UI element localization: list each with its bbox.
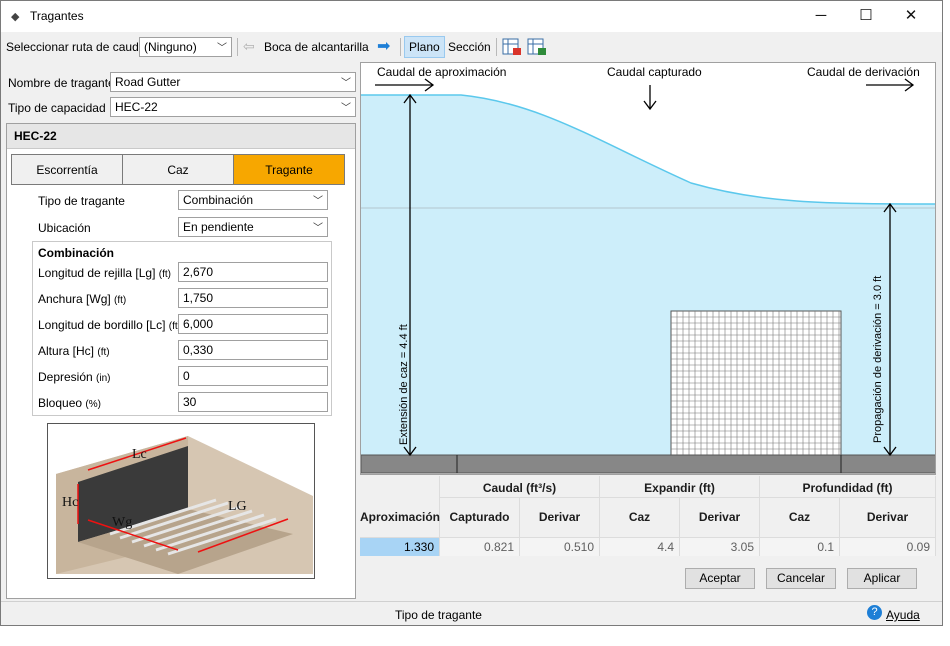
apply-button[interactable]: Aplicar (847, 568, 917, 589)
help-link[interactable]: Ayuda (886, 608, 920, 622)
export-table-icon[interactable] (502, 37, 522, 57)
title-bar: ◆ Tragantes ─ ☐ ✕ (1, 1, 942, 32)
help-icon[interactable]: ? (867, 605, 882, 620)
grid-cell[interactable]: 0.09 (840, 538, 936, 556)
app-icon: ◆ (11, 11, 20, 23)
grid-cell[interactable]: 0.1 (760, 538, 840, 556)
back-link[interactable]: Boca de alcantarilla (264, 40, 369, 54)
tab-inlet[interactable]: Tragante (233, 154, 345, 185)
height-input[interactable]: 0,330 (178, 340, 328, 360)
capacity-type-label: Tipo de capacidad (8, 101, 106, 115)
route-combo[interactable]: (Ninguno) ﹀ (139, 37, 232, 57)
cancel-button[interactable]: Cancelar (766, 568, 836, 589)
capacity-type-combo[interactable]: HEC-22 ﹀ (110, 97, 356, 117)
separator (496, 38, 497, 56)
chevron-down-icon: ﹀ (341, 103, 351, 114)
arrow-left-icon[interactable]: ⇦ (243, 38, 255, 55)
separator (400, 38, 401, 56)
toolbar: Seleccionar ruta de caudal (Ninguno) ﹀ ⇦ … (1, 32, 942, 61)
location-label: Ubicación (38, 221, 91, 235)
panel-heading: HEC-22 (7, 124, 355, 149)
separator (237, 38, 238, 56)
depression-input[interactable]: 0 (178, 366, 328, 386)
col-header: Capturado (440, 498, 520, 538)
col-header: Caz (600, 498, 680, 538)
inlet-name-label: Nombre de tragante (8, 76, 115, 90)
chevron-down-icon: ﹀ (313, 223, 323, 234)
ok-button[interactable]: Aceptar (685, 568, 755, 589)
depth-header: Profundidad (ft) (760, 476, 936, 498)
bypass-spread-label: Propagación de derivación = 3.0 ft (872, 275, 884, 443)
grid-cell[interactable]: 1.330 (360, 538, 440, 556)
col-header: Caz (760, 498, 840, 538)
maximize-button[interactable]: ☐ (843, 1, 889, 32)
status-divider (1, 601, 942, 602)
print-table-icon[interactable] (527, 37, 547, 57)
svg-text:LG: LG (228, 499, 247, 514)
field-label: Altura [Hc] (ft) (38, 344, 110, 358)
chevron-down-icon: ﹀ (341, 78, 351, 89)
inlet-type-combo[interactable]: Combinación ﹀ (178, 190, 328, 210)
grid-cell[interactable]: 0.510 (520, 538, 600, 556)
gutter-flow-svg (361, 78, 935, 474)
field-label: Depresión (in) (38, 370, 111, 384)
flow-header: Caudal (ft³/s) (440, 476, 600, 498)
route-label: Seleccionar ruta de caudal (6, 40, 149, 54)
status-text: Tipo de tragante (395, 608, 482, 622)
field-label: Bloqueo (%) (38, 396, 101, 410)
grid-cell[interactable]: 0.821 (440, 538, 520, 556)
col-header: Aproximación (360, 498, 440, 538)
inlet-type-label: Tipo de tragante (38, 194, 125, 208)
location-combo[interactable]: En pendiente ﹀ (178, 217, 328, 237)
col-header: Derivar (840, 498, 936, 538)
section-button[interactable]: Sección (448, 40, 491, 54)
grid-cell[interactable]: 4.4 (600, 538, 680, 556)
chevron-down-icon: ﹀ (217, 43, 227, 54)
svg-text:Hc: Hc (62, 495, 78, 510)
col-header: Derivar (520, 498, 600, 538)
grid-cell[interactable]: 3.05 (680, 538, 760, 556)
grate-width-input[interactable]: 1,750 (178, 288, 328, 308)
spread-header: Expandir (ft) (600, 476, 760, 498)
plan-button[interactable]: Plano (404, 36, 445, 58)
col-header: Derivar (680, 498, 760, 538)
arrow-right-icon[interactable]: ➡ (377, 36, 390, 56)
combination-inlet-illustration: Lc Hc Wg LG (47, 423, 315, 579)
bypass-flow-label: Caudal de derivación (807, 65, 920, 79)
window-title: Tragantes (30, 9, 84, 23)
field-label: Longitud de rejilla [Lg] (ft) (38, 266, 171, 280)
grate-length-input[interactable]: 2,670 (178, 262, 328, 282)
close-button[interactable]: ✕ (888, 1, 934, 32)
minimize-button[interactable]: ─ (798, 1, 844, 32)
curb-length-input[interactable]: 6,000 (178, 314, 328, 334)
clogging-input[interactable]: 30 (178, 392, 328, 412)
group-title: Combinación (38, 246, 115, 260)
field-label: Longitud de bordillo [Lc] (ft) (38, 318, 181, 332)
inlet-dialog: ◆ Tragantes ─ ☐ ✕ Seleccionar ruta de ca… (0, 0, 943, 626)
tab-runoff[interactable]: Escorrentía (11, 154, 123, 185)
chevron-down-icon: ﹀ (313, 196, 323, 207)
captured-flow-label: Caudal capturado (607, 65, 702, 79)
approach-flow-label: Caudal de aproximación (377, 65, 507, 79)
gutter-flow-plot: Caudal de aproximación Caudal capturado … (360, 62, 936, 475)
gutter-spread-label: Extensión de caz = 4.4 ft (398, 324, 410, 445)
results-grid: Caudal (ft³/s) Expandir (ft) Profundidad… (360, 476, 936, 556)
field-label: Anchura [Wg] (ft) (38, 292, 127, 306)
svg-text:Wg: Wg (112, 515, 132, 530)
svg-text:Lc: Lc (132, 447, 147, 462)
inlet-name-combo[interactable]: Road Gutter ﹀ (110, 72, 356, 92)
tab-gutter[interactable]: Caz (122, 154, 234, 185)
